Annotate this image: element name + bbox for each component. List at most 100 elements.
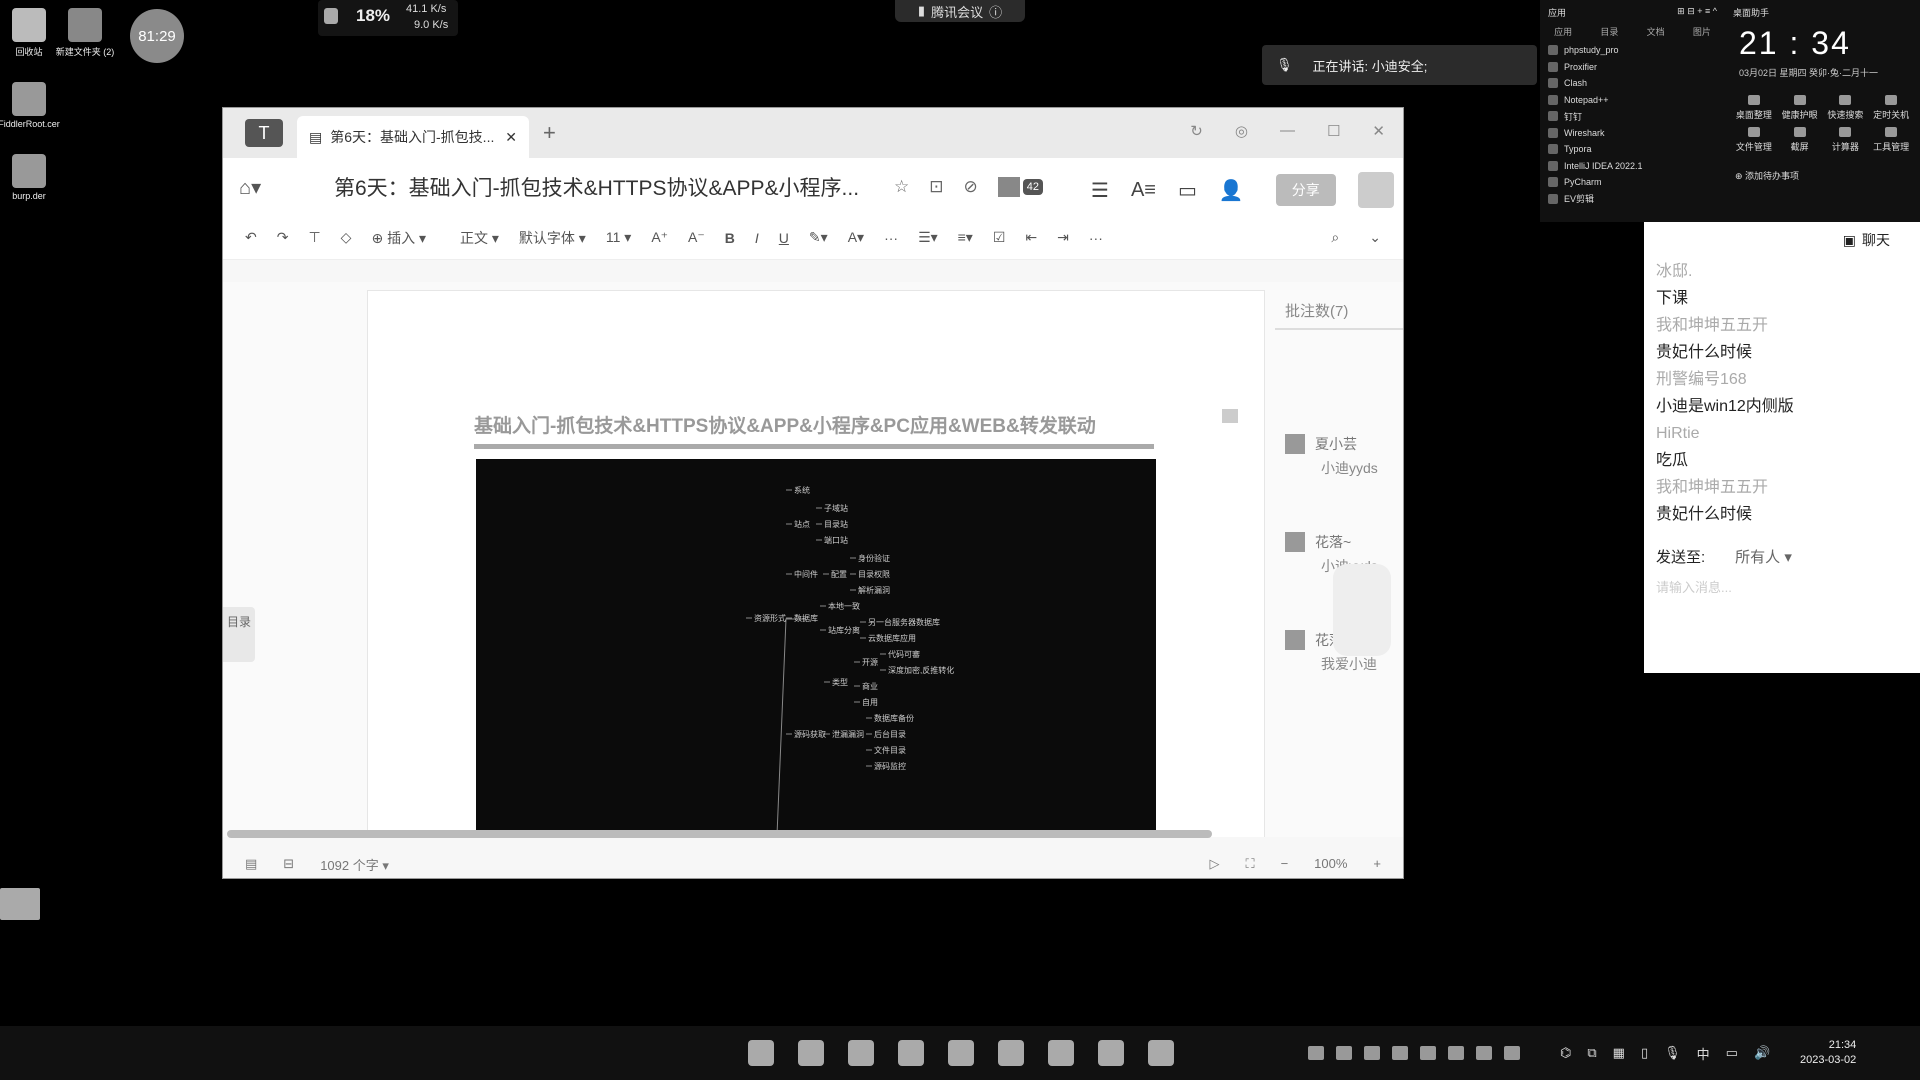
- insert-button[interactable]: ⊕ 插入 ▾: [371, 228, 426, 248]
- tray-app-icon[interactable]: [1504, 1046, 1520, 1060]
- document-title[interactable]: 第6天：基础入门-抓包技术&HTTPS协议&APP&小程序...: [334, 172, 874, 202]
- document-tab[interactable]: ▤ 第6天：基础入门-抓包技... ✕: [297, 116, 529, 158]
- bold-icon[interactable]: B: [725, 230, 735, 246]
- font-color-icon[interactable]: A▾: [848, 229, 864, 246]
- app-logo-icon[interactable]: T: [245, 119, 283, 147]
- edge-icon[interactable]: [898, 1040, 924, 1066]
- outline-icon[interactable]: ▤: [245, 856, 257, 872]
- assistant-tool[interactable]: 桌面整理: [1731, 95, 1777, 121]
- text-format-icon[interactable]: A≡: [1131, 179, 1156, 202]
- photos-icon[interactable]: [1048, 1040, 1074, 1066]
- sidebar-toggle-widget[interactable]: [0, 888, 40, 920]
- format-painter-icon[interactable]: ⊤: [308, 229, 320, 246]
- close-icon[interactable]: ✕: [1372, 122, 1385, 140]
- font-size-select[interactable]: 11 ▾: [606, 229, 631, 246]
- refresh-icon[interactable]: ↻: [1190, 122, 1203, 140]
- assistant-tool[interactable]: 工具管理: [1868, 127, 1914, 153]
- eraser-icon[interactable]: ◇: [341, 229, 352, 246]
- word-count[interactable]: 1092 个字 ▾: [320, 855, 389, 874]
- assistant-tool[interactable]: 截屏: [1777, 127, 1823, 153]
- avatar[interactable]: [1357, 172, 1394, 208]
- desktop-icon-new-folder[interactable]: 新建文件夹 (2): [50, 8, 120, 58]
- star-icon[interactable]: ☆: [894, 177, 909, 197]
- play-icon[interactable]: ▷: [1209, 856, 1219, 872]
- assistant-side-widget[interactable]: [1333, 564, 1391, 656]
- decrease-font-icon[interactable]: A⁻: [688, 229, 705, 246]
- share-button[interactable]: 分享: [1275, 174, 1336, 206]
- home-icon[interactable]: ⌂▾: [239, 175, 279, 200]
- tray-app-icon[interactable]: [1364, 1046, 1380, 1060]
- launcher-item[interactable]: PyCharm: [1540, 174, 1725, 191]
- info-icon[interactable]: ⓘ: [989, 2, 1002, 21]
- zoom-level[interactable]: 100%: [1314, 856, 1347, 872]
- launcher-tab[interactable]: 文档: [1647, 25, 1665, 38]
- page-layout-icon[interactable]: ⊟: [283, 856, 294, 872]
- volume-icon[interactable]: 🔊: [1754, 1045, 1770, 1061]
- toc-tab[interactable]: 目录: [223, 607, 255, 662]
- zoom-out-icon[interactable]: −: [1281, 856, 1289, 872]
- chrome-icon[interactable]: [848, 1040, 874, 1066]
- collaborators-avatar[interactable]: 42: [997, 177, 1043, 197]
- outdent-icon[interactable]: ⇤: [1025, 229, 1037, 246]
- launcher-item[interactable]: phpstudy_pro: [1540, 42, 1725, 59]
- phone-icon[interactable]: ▯: [1641, 1045, 1648, 1061]
- tray-app-icon[interactable]: [1308, 1046, 1324, 1060]
- sync-icon[interactable]: ⊘: [964, 177, 978, 197]
- tray-app-icon[interactable]: [1392, 1046, 1408, 1060]
- comment-count[interactable]: 批注数(7): [1285, 300, 1348, 321]
- wechat-icon[interactable]: [948, 1040, 974, 1066]
- font-select[interactable]: 默认字体 ▾: [519, 228, 586, 248]
- document-heading[interactable]: 基础入门-抓包技术&HTTPS协议&APP&小程序&PC应用&WEB&转发联动: [474, 411, 1154, 449]
- launcher-item[interactable]: Wireshark: [1540, 125, 1725, 142]
- close-tab-icon[interactable]: ✕: [505, 129, 517, 146]
- search-icon[interactable]: ⌕: [1331, 229, 1339, 246]
- tray-app-icon[interactable]: [1420, 1046, 1436, 1060]
- present-icon[interactable]: ▭: [1178, 178, 1197, 203]
- meeting-status-bar[interactable]: ▮ 腾讯会议 ⓘ: [895, 0, 1025, 22]
- launcher-item[interactable]: 钉钉: [1540, 108, 1725, 125]
- comment-item[interactable]: 夏小芸 小迪yyds: [1285, 434, 1403, 478]
- settings-icon[interactable]: ◎: [1235, 122, 1248, 140]
- file-explorer-icon[interactable]: [798, 1040, 824, 1066]
- maximize-icon[interactable]: ☐: [1327, 122, 1340, 140]
- numbered-list-icon[interactable]: ≡▾: [958, 229, 973, 246]
- network-icon[interactable]: ⌬: [1560, 1045, 1571, 1061]
- menu-icon[interactable]: ☰: [1091, 178, 1109, 203]
- launcher-item[interactable]: Typora: [1540, 141, 1725, 158]
- chat-input[interactable]: 请输入消息...: [1644, 567, 1920, 606]
- desktop-icon-fiddler-cert[interactable]: FiddlerRoot.cer: [0, 82, 64, 129]
- collaborate-icon[interactable]: 👤: [1219, 178, 1244, 203]
- assistant-tool[interactable]: 文件管理: [1731, 127, 1777, 153]
- minimize-icon[interactable]: —: [1280, 122, 1295, 140]
- ime-indicator[interactable]: 中: [1697, 1044, 1710, 1063]
- launcher-item[interactable]: Clash: [1540, 75, 1725, 92]
- add-todo-button[interactable]: ⊕ 添加待办事项: [1725, 165, 1920, 186]
- assistant-tool[interactable]: 健康护眼: [1777, 95, 1823, 121]
- copy-icon[interactable]: ⧉: [1587, 1045, 1596, 1061]
- network-monitor-widget[interactable]: 18% 41.1 K/s 9.0 K/s: [318, 0, 458, 36]
- send-to-select[interactable]: 所有人 ▾: [1735, 546, 1792, 567]
- horizontal-scrollbar[interactable]: [227, 830, 1212, 838]
- document-page[interactable]: 基础入门-抓包技术&HTTPS协议&APP&小程序&PC应用&WEB&转发联动 …: [367, 290, 1265, 837]
- assistant-tool[interactable]: 快速搜索: [1823, 95, 1869, 121]
- burp-suite-icon[interactable]: [1098, 1040, 1124, 1066]
- launcher-tab[interactable]: 应用: [1554, 25, 1572, 38]
- underline-icon[interactable]: U: [779, 230, 789, 246]
- assistant-tool[interactable]: 计算器: [1823, 127, 1869, 153]
- indent-icon[interactable]: ⇥: [1057, 229, 1069, 246]
- shield-icon[interactable]: [1336, 1046, 1352, 1060]
- launcher-item[interactable]: EV剪辑: [1540, 191, 1725, 208]
- increase-font-icon[interactable]: A⁺: [651, 229, 668, 246]
- taskbar-clock[interactable]: 21:34 2023-03-02: [1800, 1038, 1856, 1068]
- redo-icon[interactable]: ↷: [277, 229, 289, 246]
- launcher-tab[interactable]: 目录: [1600, 25, 1618, 38]
- bullet-list-icon[interactable]: ☰▾: [918, 229, 938, 246]
- launcher-item[interactable]: IntelliJ IDEA 2022.1: [1540, 158, 1725, 175]
- tray-app-icon[interactable]: [1476, 1046, 1492, 1060]
- undo-icon[interactable]: ↶: [245, 229, 257, 246]
- chevron-down-icon[interactable]: ⌄: [1369, 229, 1381, 246]
- start-menu-icon[interactable]: [748, 1040, 774, 1066]
- desktop-icon-burp-cert[interactable]: burp.der: [0, 154, 64, 201]
- launcher-tab[interactable]: 图片: [1693, 25, 1711, 38]
- launcher-item[interactable]: Notepad++: [1540, 92, 1725, 109]
